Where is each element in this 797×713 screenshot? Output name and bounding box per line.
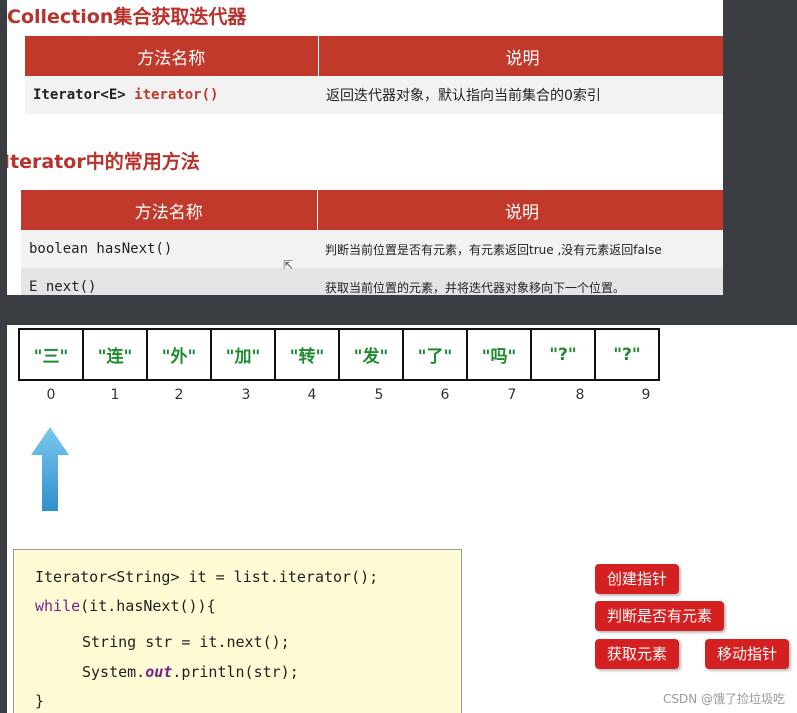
code-line-2: while(it.hasNext()){	[35, 597, 216, 615]
check-has-element-button[interactable]: 判断是否有元素	[595, 601, 725, 631]
table-iterator-methods: 方法名称 说明 boolean hasNext() 判断当前位置是否有元素，有元…	[21, 190, 723, 295]
array-index: 2	[174, 387, 184, 403]
array-index: 4	[307, 387, 317, 403]
background-strip	[723, 0, 797, 325]
array-index: 8	[575, 387, 585, 403]
array-cell: "转"	[274, 328, 340, 381]
watermark: CSDN @饿了捡垃圾吃	[662, 692, 785, 706]
array-cell: "加"	[210, 328, 276, 381]
array-index: 9	[641, 387, 651, 403]
table2-header-method: 方法名称	[21, 190, 318, 230]
code-while-condition: (it.hasNext()){	[80, 597, 216, 615]
mouse-cursor-icon: ⇱	[283, 258, 294, 272]
code-line-4: System.out.println(str);	[82, 663, 299, 681]
create-pointer-button[interactable]: 创建指针	[595, 564, 680, 594]
array-index: 5	[374, 387, 384, 403]
array-cell: "了"	[402, 328, 468, 381]
table1-header-method: 方法名称	[25, 36, 319, 76]
table-collection-iterator: 方法名称 说明 Iterator<E> iterator() 返回迭代器对象，默…	[25, 36, 723, 114]
code-keyword-while: while	[35, 597, 81, 615]
array-cells: "三" "连" "外" "加" "转" "发" "了" "吗" "?" "?"	[18, 328, 660, 381]
array-cell: "三"	[18, 328, 84, 381]
array-cell: "?"	[530, 328, 596, 381]
code-line-5: }	[35, 692, 45, 710]
desc-cell: 返回迭代器对象，默认指向当前集合的0索引	[318, 76, 723, 114]
heading-iterator-common-methods: Iterator中的常用方法	[7, 151, 200, 173]
code-system: System.	[82, 663, 146, 681]
method-return-type: Iterator<E>	[33, 87, 135, 103]
code-println: .println(str);	[172, 663, 299, 681]
array-index: 0	[46, 387, 56, 403]
array-index: 7	[507, 387, 517, 403]
array-cell: "吗"	[466, 328, 532, 381]
method-cell: Iterator<E> iterator()	[25, 76, 318, 114]
array-cell: "外"	[146, 328, 212, 381]
method-name: iterator()	[134, 87, 219, 103]
array-cell: "?"	[594, 328, 660, 381]
heading-collection-iterator: Collection集合获取迭代器	[7, 6, 247, 28]
array-cell: "连"	[82, 328, 148, 381]
table-row: Iterator<E> iterator() 返回迭代器对象，默认指向当前集合的…	[25, 76, 723, 114]
table-row: boolean hasNext() 判断当前位置是否有元素，有元素返回true …	[21, 230, 723, 268]
table-row: E next() 获取当前位置的元素，并将迭代器对象移向下一个位置。	[21, 268, 723, 295]
get-element-button[interactable]: 获取元素	[595, 639, 680, 669]
code-line-3: String str = it.next();	[82, 633, 290, 651]
desc-cell: 获取当前位置的元素，并将迭代器对象移向下一个位置。	[317, 268, 723, 295]
code-block: Iterator<String> it = list.iterator(); w…	[13, 549, 462, 713]
array-index: 6	[440, 387, 450, 403]
method-cell: boolean hasNext()	[21, 230, 317, 268]
slide-iterator-methods: Collection集合获取迭代器 方法名称 说明 Iterator<E> it…	[7, 0, 723, 295]
pointer-arrow-icon	[31, 427, 69, 511]
slide-iterator-demo: "三" "连" "外" "加" "转" "发" "了" "吗" "?" "?" …	[7, 325, 797, 713]
move-pointer-button[interactable]: 移动指针	[705, 639, 790, 669]
code-line-1: Iterator<String> it = list.iterator();	[35, 568, 379, 586]
array-index: 1	[110, 387, 120, 403]
method-cell: E next()	[21, 268, 317, 295]
table1-header-desc: 说明	[318, 36, 723, 76]
array-index: 3	[241, 387, 251, 403]
desc-cell: 判断当前位置是否有元素，有元素返回true ,没有元素返回false	[317, 230, 723, 268]
array-cell: "发"	[338, 328, 404, 381]
code-out-field: out	[145, 663, 173, 681]
table2-header-desc: 说明	[317, 190, 723, 230]
